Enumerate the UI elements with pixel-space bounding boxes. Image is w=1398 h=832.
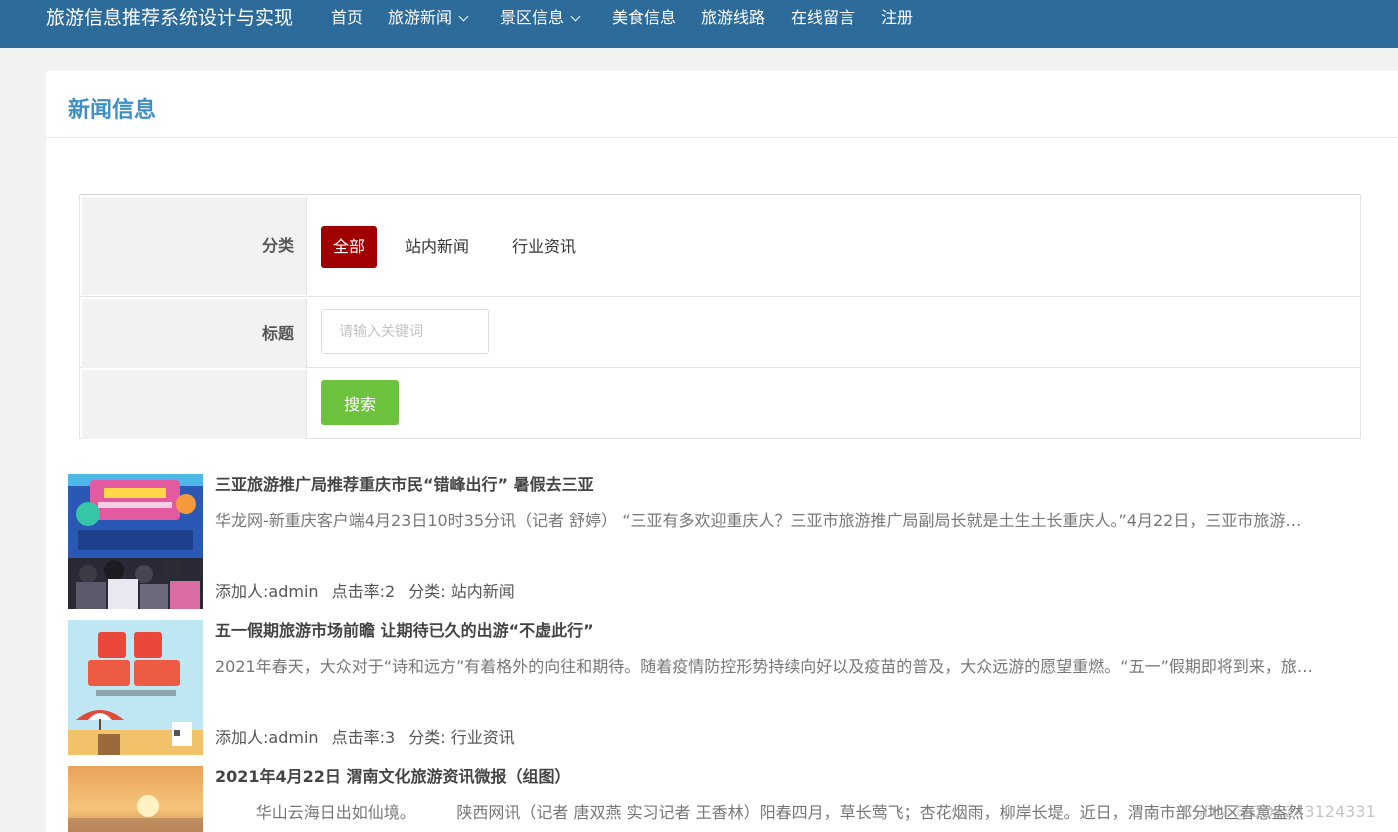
top-navbar: 旅游信息推荐系统设计与实现 首页 旅游新闻 景区信息 美食信息 旅游线路 在线留… (0, 0, 1398, 48)
list-item[interactable]: 2021年4月22日 渭南文化旅游资讯微报（组图） 华山云海日出如仙境。 陕西网… (68, 766, 1378, 832)
news-title[interactable]: 2021年4月22日 渭南文化旅游资讯微报（组图） (215, 766, 571, 788)
nav-item-home[interactable]: 首页 (331, 7, 363, 29)
news-author: 添加人:admin (215, 582, 319, 601)
news-meta: 添加人:admin 点击率:3 分类: 行业资讯 (215, 727, 523, 749)
category-industry-info[interactable]: 行业资讯 (500, 226, 588, 268)
news-summary: 华龙网-新重庆客户端4月23日10时35分讯（记者 舒婷） “三亚有多欢迎重庆人… (215, 511, 1315, 530)
news-panel: 新闻信息 分类 全部 站内新闻 行业资讯 标题 搜索 (46, 71, 1398, 832)
news-thumbnail[interactable] (68, 766, 203, 832)
page-title: 新闻信息 (68, 98, 157, 123)
filter-row-title: 标题 (80, 297, 1360, 368)
nav-item-guestbook[interactable]: 在线留言 (791, 7, 855, 29)
news-clicks: 点击率:3 (331, 728, 396, 747)
filter-row-actions: 搜索 (80, 368, 1360, 439)
empty-label-cell (82, 370, 307, 439)
category-all[interactable]: 全部 (321, 226, 378, 268)
news-category: 分类: 站内新闻 (408, 582, 515, 601)
search-button[interactable]: 搜索 (321, 380, 399, 425)
nav-item-travel-routes[interactable]: 旅游线路 (701, 7, 765, 29)
list-item[interactable]: 三亚旅游推广局推荐重庆市民“错峰出行” 暑假去三亚 华龙网-新重庆客户端4月23… (68, 474, 1378, 609)
list-item[interactable]: 五一假期旅游市场前瞻 让期待已久的出游“不虚此行” 2021年春天，大众对于“诗… (68, 620, 1378, 755)
filter-row-category: 分类 全部 站内新闻 行业资讯 (80, 195, 1360, 297)
news-summary: 2021年春天，大众对于“诗和远方”有着格外的向往和期待。随着疫情防控形势持续向… (215, 657, 1315, 676)
chevron-down-icon (570, 11, 581, 22)
keyword-input[interactable] (321, 309, 489, 354)
watermark: CSDN @QQ1243124331 (1182, 802, 1376, 821)
site-brand[interactable]: 旅游信息推荐系统设计与实现 (46, 6, 293, 30)
news-title[interactable]: 五一假期旅游市场前瞻 让期待已久的出游“不虚此行” (215, 620, 594, 642)
chevron-down-icon (458, 11, 469, 22)
nav-item-register[interactable]: 注册 (881, 7, 913, 29)
nav-item-travel-news[interactable]: 旅游新闻 (388, 7, 469, 29)
filter-form: 分类 全部 站内新闻 行业资讯 标题 搜索 (79, 194, 1361, 439)
category-label: 分类 (82, 197, 307, 295)
news-clicks: 点击率:2 (331, 582, 396, 601)
news-thumbnail[interactable] (68, 620, 203, 755)
news-meta: 添加人:admin 点击率:2 分类: 站内新闻 (215, 581, 523, 603)
news-thumbnail[interactable] (68, 474, 203, 609)
news-category: 分类: 行业资讯 (408, 728, 515, 747)
title-label: 标题 (82, 299, 307, 368)
category-site-news[interactable]: 站内新闻 (393, 226, 481, 268)
news-summary: 华山云海日出如仙境。 陕西网讯（记者 唐双燕 实习记者 王香林）阳春四月，草长莺… (215, 803, 1304, 822)
nav-item-food-info[interactable]: 美食信息 (612, 7, 676, 29)
news-title[interactable]: 三亚旅游推广局推荐重庆市民“错峰出行” 暑假去三亚 (215, 474, 594, 496)
nav-item-scenic-info[interactable]: 景区信息 (500, 7, 581, 29)
title-divider (46, 137, 1398, 138)
news-author: 添加人:admin (215, 728, 319, 747)
